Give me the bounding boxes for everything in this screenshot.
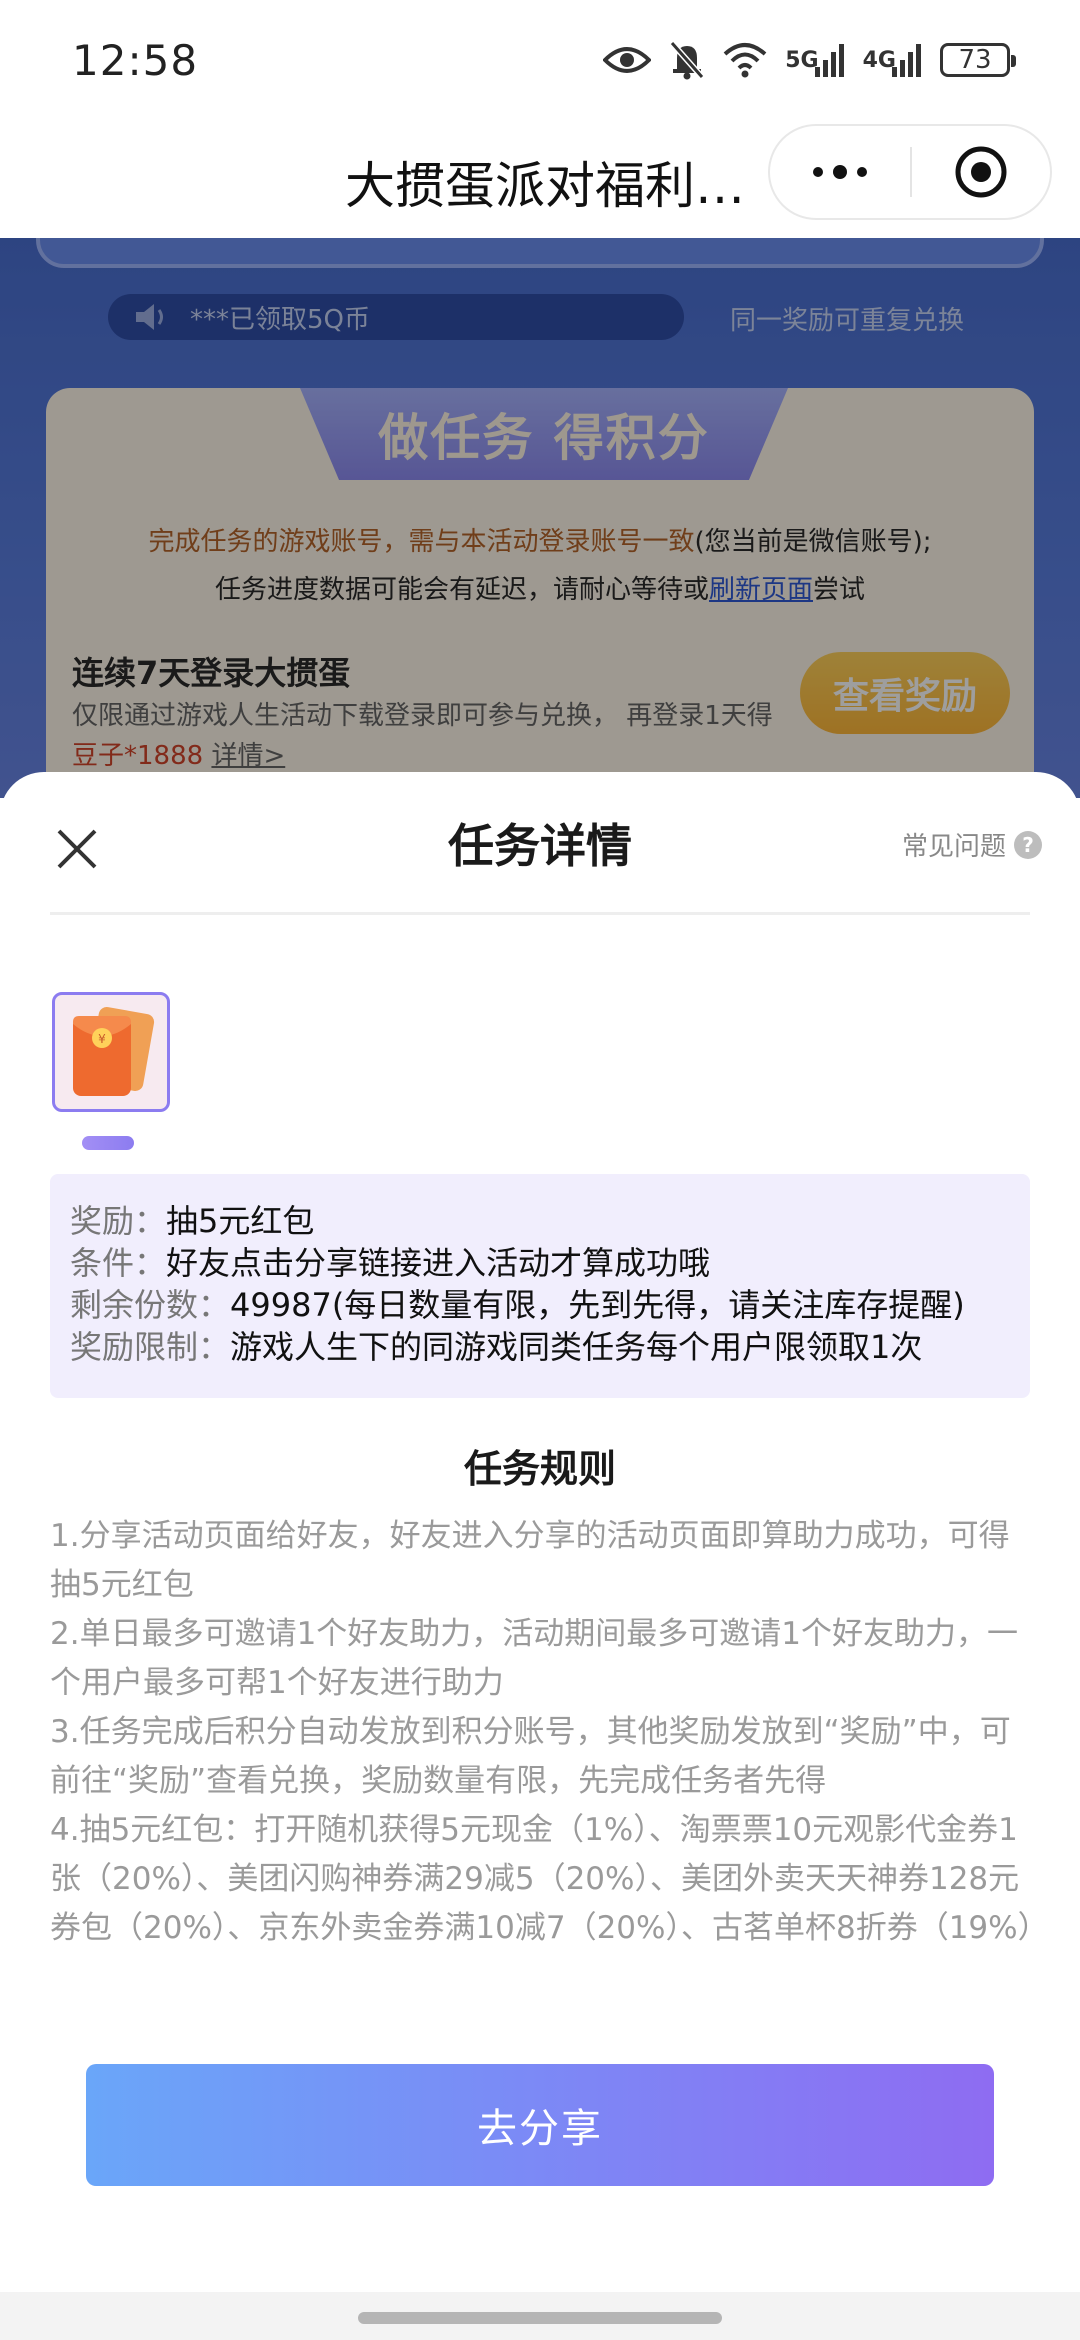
status-icons: 5G 4G 73 [603, 40, 1016, 80]
info-condition: 条件：好友点击分享链接进入活动才算成功哦 [70, 1242, 1010, 1284]
info-reward-key: 奖励： [70, 1202, 167, 1240]
close-miniprogram-button[interactable] [912, 126, 1050, 218]
reward-thumbnail[interactable]: ¥ [52, 992, 170, 1112]
faq-label: 常见问题 [901, 832, 1006, 862]
red-envelope-icon: ¥ [73, 1006, 155, 1096]
task-detail-sheet: 任务详情 常见问题 ? ¥ 奖励：抽5元红包 条件：好友点击分享链接进入活动才算… [0, 772, 1080, 2340]
reward-selected-indicator [82, 1136, 134, 1150]
status-bar: 12:58 5G 4G 73 [0, 0, 1080, 120]
more-dots-icon [813, 165, 867, 179]
rule-item: 3.任务完成后积分自动发放到积分账号，其他奖励发放到“奖励”中，可前往“奖励”查… [50, 1714, 1011, 1799]
faq-link[interactable]: 常见问题 ? [902, 826, 1042, 863]
battery-level: 73 [958, 45, 992, 75]
rule-item: 2.单日最多可邀请1个好友助力，活动期间最多可邀请1个好友助力，一个用户最多可帮… [50, 1616, 1019, 1701]
page-title: 大掼蛋派对福利… [345, 157, 745, 215]
rule-item: 1.分享活动页面给好友，好友进入分享的活动页面即算助力成功，可得抽5元红包 [50, 1518, 1010, 1603]
network-label-4g: 4G [862, 47, 896, 73]
rules-list: 1.分享活动页面给好友，好友进入分享的活动页面即算助力成功，可得抽5元红包 2.… [50, 1512, 1049, 1953]
info-limit-key: 奖励限制： [70, 1328, 231, 1366]
share-button[interactable]: 去分享 [86, 2064, 994, 2186]
info-condition-value: 好友点击分享链接进入活动才算成功哦 [166, 1244, 711, 1282]
info-limit-value: 游戏人生下的同游戏同类任务每个用户限领取1次 [230, 1328, 923, 1366]
signal-5g-icon: 5G [785, 43, 844, 77]
info-remaining-key: 剩余份数： [70, 1286, 231, 1324]
reward-info-box: 奖励：抽5元红包 条件：好友点击分享链接进入活动才算成功哦 剩余份数：49987… [50, 1174, 1030, 1398]
info-remaining-value: 49987(每日数量有限，先到先得，请关注库存提醒) [230, 1286, 965, 1324]
question-icon: ? [1014, 830, 1042, 859]
info-reward-value: 抽5元红包 [166, 1202, 315, 1240]
signal-4g-icon: 4G [863, 43, 922, 77]
nav-bar: 大掼蛋派对福利… [0, 120, 1080, 238]
target-close-icon [955, 146, 1007, 198]
wifi-icon [723, 42, 767, 78]
home-indicator[interactable] [358, 2312, 722, 2324]
rule-item: 4.抽5元红包：打开随机获得5元现金（1%）、淘票票10元观影代金券1张（20%… [50, 1812, 1049, 1946]
network-label-5g: 5G [785, 47, 819, 73]
more-button[interactable] [770, 126, 910, 218]
info-reward: 奖励：抽5元红包 [70, 1200, 1010, 1242]
info-limit: 奖励限制：游戏人生下的同游戏同类任务每个用户限领取1次 [70, 1326, 1010, 1368]
rules-title: 任务规则 [463, 1447, 616, 1491]
capsule-menu [768, 124, 1052, 220]
divider [50, 912, 1030, 915]
info-remaining: 剩余份数：49987(每日数量有限，先到先得，请关注库存提醒) [70, 1284, 1010, 1326]
status-time: 12:58 [72, 35, 199, 85]
battery-icon: 73 [940, 43, 1016, 77]
info-condition-key: 条件： [70, 1244, 167, 1282]
modal-overlay[interactable] [0, 238, 1080, 798]
bell-off-icon [669, 40, 705, 80]
svg-text:¥: ¥ [98, 1032, 106, 1046]
eye-icon [603, 44, 652, 76]
